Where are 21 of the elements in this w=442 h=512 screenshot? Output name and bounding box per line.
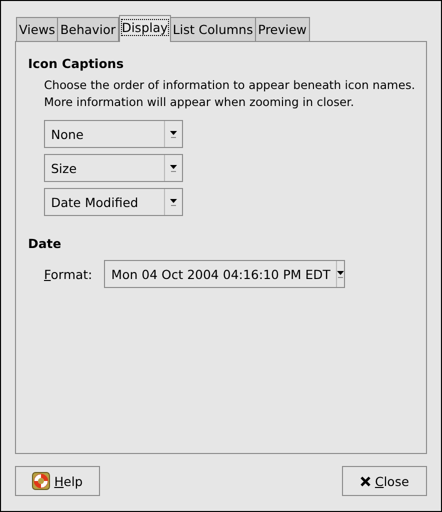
close-icon [360,476,371,486]
dropdown-arrow-icon [337,270,344,278]
description-text: Choose the order of information to appear beneath icon names. More information will appear when zooming in closer. [44,77,416,111]
tab[interactable]: Behavior [58,17,119,41]
tab[interactable]: Preview [256,17,310,41]
caption-dropdown[interactable]: Size [44,154,183,182]
section-heading: Date [28,236,62,251]
caption-dropdown[interactable]: Date Modified [44,188,183,216]
help-button[interactable]: Help [15,466,100,496]
lifebuoy-icon [32,472,50,490]
caption-dropdown[interactable]: None [44,120,183,148]
format-label: Format: [44,266,92,282]
tab[interactable]: List Columns [170,17,256,41]
dropdown-arrow-icon [170,164,177,172]
dropdown-arrow-icon [170,130,177,138]
section-heading: Icon Captions [28,56,125,71]
tab[interactable]: Display [118,15,171,42]
dropdown-arrow-icon [170,198,177,206]
format-dropdown[interactable]: Mon 04 Oct 2004 04:16:10 PM EDT [104,260,346,288]
tab[interactable]: Views [16,17,58,41]
close-button[interactable]: Close [342,466,427,496]
